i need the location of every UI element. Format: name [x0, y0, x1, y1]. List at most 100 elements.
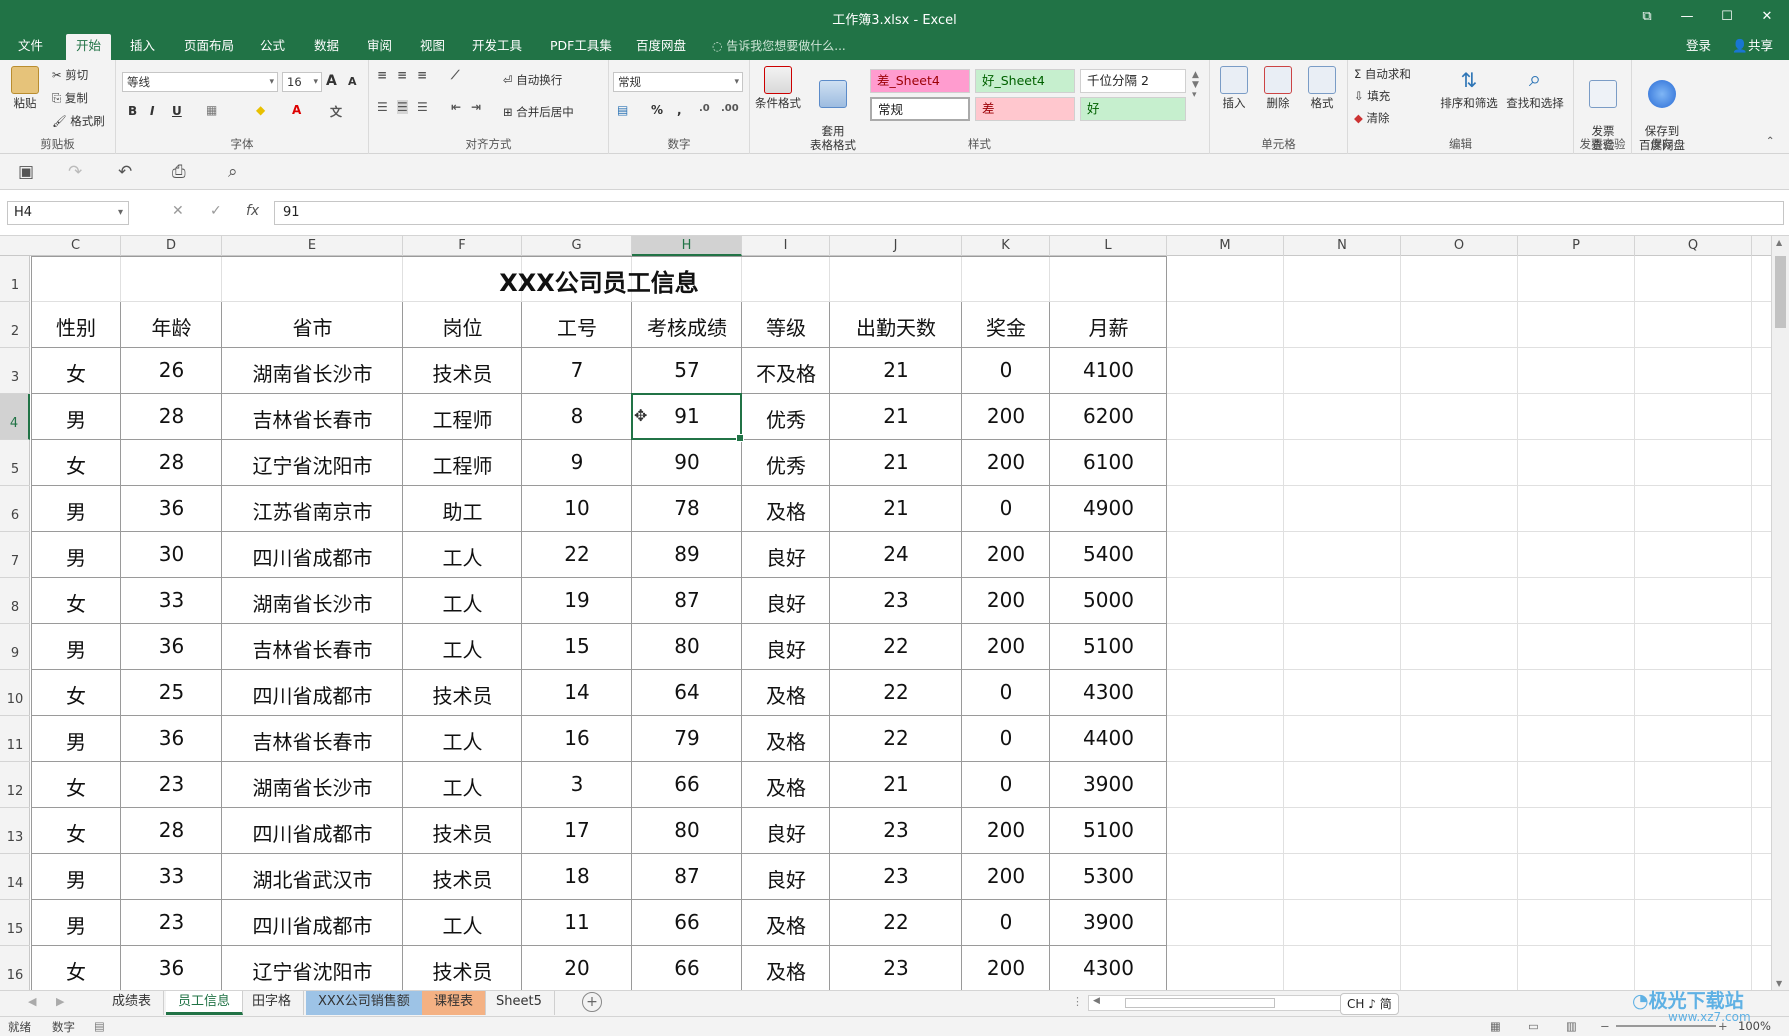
table-cell[interactable]: 工人: [403, 588, 522, 617]
table-cell[interactable]: 33: [121, 864, 222, 888]
table-cell[interactable]: 200: [962, 956, 1050, 980]
table-cell[interactable]: 5000: [1050, 588, 1167, 612]
table-cell[interactable]: 36: [121, 956, 222, 980]
table-cell[interactable]: 22: [830, 634, 962, 658]
tell-me-search[interactable]: ◌ 告诉我您想要做什么...: [712, 34, 846, 58]
macro-record-icon[interactable]: ▤: [94, 1019, 105, 1033]
currency-icon[interactable]: ▤: [617, 103, 628, 117]
grow-font-button[interactable]: A: [326, 73, 337, 89]
table-cell[interactable]: 工人: [403, 726, 522, 755]
table-cell[interactable]: 四川省成都市: [222, 680, 403, 709]
column-title-cell[interactable]: 工号: [522, 312, 632, 341]
column-title-cell[interactable]: 等级: [742, 312, 830, 341]
table-cell[interactable]: 21: [830, 404, 962, 428]
sort-filter-button[interactable]: ⇅ 排序和筛选: [1438, 66, 1500, 110]
table-cell[interactable]: 28: [121, 818, 222, 842]
table-cell[interactable]: 23: [830, 818, 962, 842]
table-cell[interactable]: 技术员: [403, 818, 522, 847]
vertical-scrollbar[interactable]: ▲ ▼: [1771, 236, 1789, 990]
column-header[interactable]: I: [742, 236, 830, 256]
table-cell[interactable]: 助工: [403, 496, 522, 525]
column-header[interactable]: Q: [1635, 236, 1752, 256]
prev-sheet-icon[interactable]: ◀: [28, 995, 36, 1008]
clear-button[interactable]: ◆ 清除: [1354, 110, 1390, 126]
add-sheet-button[interactable]: +: [582, 992, 602, 1012]
table-cell[interactable]: 36: [121, 634, 222, 658]
table-cell[interactable]: 17: [522, 818, 632, 842]
fill-color-icon[interactable]: ◆: [256, 103, 265, 117]
table-cell[interactable]: 四川省成都市: [222, 542, 403, 571]
next-sheet-icon[interactable]: ▶: [56, 995, 64, 1008]
insert-function-icon[interactable]: fx: [246, 203, 259, 219]
table-cell[interactable]: 辽宁省沈阳市: [222, 956, 403, 985]
column-header[interactable]: D: [121, 236, 222, 256]
enter-icon[interactable]: ✓: [210, 203, 222, 219]
scroll-down-icon[interactable]: ▼: [1776, 979, 1782, 988]
cell-area[interactable]: XXX公司员工信息 性别 年龄 省市 岗位 工号 考核成绩 等级 出勤天数 奖金 月薪女 26 湖南省长…: [31, 256, 1771, 990]
table-cell[interactable]: 及格: [742, 956, 830, 985]
table-cell[interactable]: 工人: [403, 634, 522, 663]
increase-decimal-icon[interactable]: .0: [699, 103, 710, 114]
table-cell[interactable]: 57: [632, 358, 742, 382]
scroll-up-icon[interactable]: ▲: [1776, 238, 1782, 247]
row-header[interactable]: 8: [0, 578, 30, 624]
merge-center-button[interactable]: ⊞ 合并后居中: [503, 104, 574, 120]
table-cell[interactable]: 工人: [403, 772, 522, 801]
column-header[interactable]: P: [1518, 236, 1635, 256]
table-cell[interactable]: 男: [31, 726, 121, 755]
close-button[interactable]: ✕: [1747, 4, 1787, 30]
table-cell[interactable]: 女: [31, 818, 121, 847]
sheet-tab-grid-paper[interactable]: 田字格: [240, 991, 305, 1015]
page-break-view-icon[interactable]: ▥: [1566, 1019, 1577, 1033]
insert-cells-button[interactable]: 插入: [1214, 66, 1254, 110]
table-cell[interactable]: 3: [522, 772, 632, 796]
cut-button[interactable]: ✂ 剪切: [52, 67, 88, 83]
table-cell[interactable]: 15: [522, 634, 632, 658]
column-title-cell[interactable]: 考核成绩: [632, 312, 742, 341]
table-cell[interactable]: 19: [522, 588, 632, 612]
find-select-button[interactable]: ⌕ 查找和选择: [1502, 66, 1568, 110]
comma-button[interactable]: ,: [677, 103, 682, 117]
row-header[interactable]: 9: [0, 624, 30, 670]
row-header[interactable]: 15: [0, 900, 30, 946]
table-cell[interactable]: 23: [830, 588, 962, 612]
align-bottom-icon[interactable]: ≡: [417, 68, 427, 82]
format-painter-button[interactable]: 🖌 格式刷: [52, 113, 105, 129]
table-cell[interactable]: 3900: [1050, 772, 1167, 796]
table-cell[interactable]: 男: [31, 864, 121, 893]
column-header[interactable]: C: [31, 236, 121, 256]
table-cell[interactable]: 辽宁省沈阳市: [222, 450, 403, 479]
print-preview-icon[interactable]: ⎙: [172, 162, 186, 182]
row-header[interactable]: 16: [0, 946, 30, 990]
table-cell[interactable]: 26: [121, 358, 222, 382]
table-cell[interactable]: 28: [121, 404, 222, 428]
align-middle-icon[interactable]: ≡: [397, 68, 407, 82]
tab-split-handle-icon[interactable]: ⋮: [1072, 995, 1083, 1008]
table-cell[interactable]: 87: [632, 864, 742, 888]
table-cell[interactable]: 79: [632, 726, 742, 750]
percent-button[interactable]: %: [651, 103, 663, 117]
row-header[interactable]: 14: [0, 854, 30, 900]
table-cell[interactable]: 7: [522, 358, 632, 382]
table-cell[interactable]: 女: [31, 588, 121, 617]
column-header[interactable]: N: [1284, 236, 1401, 256]
table-cell[interactable]: 吉林省长春市: [222, 404, 403, 433]
wrap-text-button[interactable]: ⏎ 自动换行: [503, 72, 562, 88]
row-header[interactable]: 6: [0, 486, 30, 532]
column-title-cell[interactable]: 出勤天数: [830, 312, 962, 341]
table-cell[interactable]: 湖南省长沙市: [222, 358, 403, 387]
table-cell[interactable]: 男: [31, 910, 121, 939]
table-cell[interactable]: 20: [522, 956, 632, 980]
table-cell[interactable]: 24: [830, 542, 962, 566]
name-box[interactable]: H4: [7, 201, 129, 225]
maximize-button[interactable]: ☐: [1707, 4, 1747, 30]
style-normal[interactable]: 常规: [870, 97, 970, 121]
scroll-left-icon[interactable]: ◀: [1093, 996, 1100, 1006]
sheet-tab-scores[interactable]: 成绩表: [100, 991, 165, 1015]
row-header[interactable]: 10: [0, 670, 30, 716]
table-cell[interactable]: 21: [830, 450, 962, 474]
fill-button[interactable]: ⇩ 填充: [1354, 88, 1390, 104]
align-right-icon[interactable]: ☰: [417, 100, 428, 114]
table-cell[interactable]: 0: [962, 726, 1050, 750]
table-cell[interactable]: 200: [962, 818, 1050, 842]
